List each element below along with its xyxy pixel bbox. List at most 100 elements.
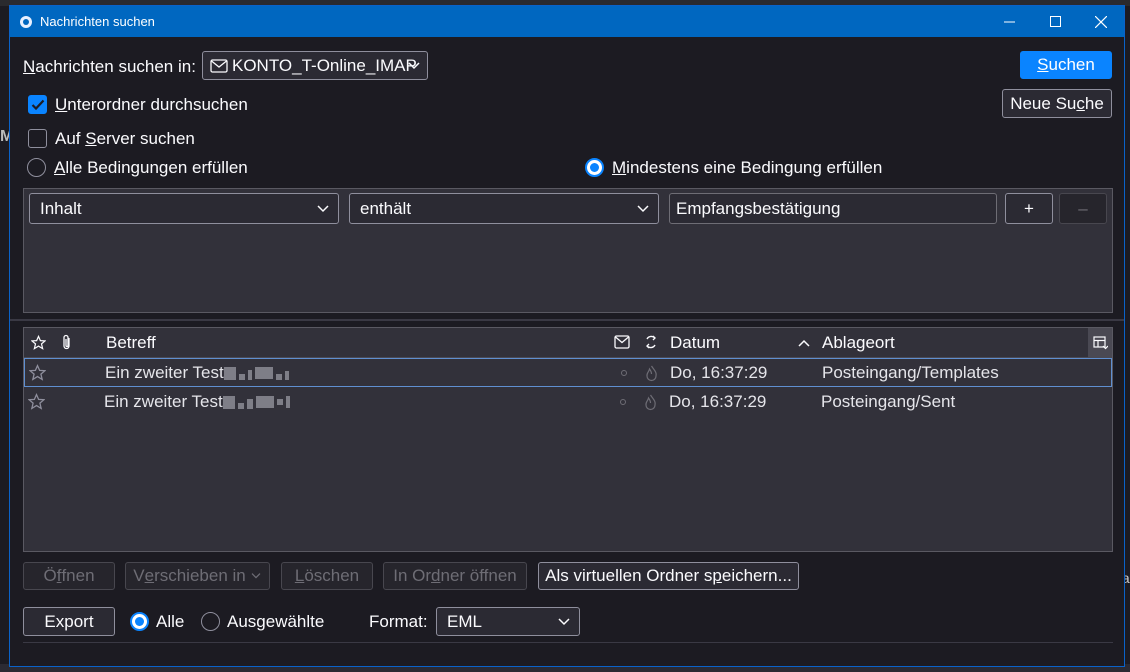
rule-operator-value: enthält bbox=[360, 198, 412, 218]
button-label: he bbox=[1084, 93, 1104, 113]
button-label: V bbox=[133, 566, 145, 585]
accel-key: M bbox=[612, 158, 627, 177]
results-column-header: Betreff Datum Ablageort bbox=[24, 328, 1112, 358]
move-to-button[interactable]: Ve rschieben in bbox=[125, 562, 270, 590]
accel-key: A bbox=[54, 158, 66, 177]
column-date[interactable]: Datum bbox=[670, 333, 720, 353]
remove-rule-button[interactable]: – bbox=[1059, 193, 1107, 224]
thunderbird-app-icon bbox=[20, 15, 32, 28]
panel-splitter[interactable] bbox=[10, 319, 1124, 321]
maximize-button[interactable] bbox=[1032, 6, 1078, 37]
junk-flame-icon[interactable] bbox=[645, 365, 658, 382]
search-rules-panel: Inhalt enthält Empfangsbestätigung + – bbox=[23, 188, 1113, 313]
button-label: uchen bbox=[1048, 55, 1095, 74]
junk-flame-icon[interactable] bbox=[644, 394, 657, 411]
checkmark-icon bbox=[31, 99, 44, 110]
add-rule-button[interactable]: + bbox=[1005, 193, 1053, 224]
row-date: Do, 16:37:29 bbox=[669, 392, 767, 411]
chevron-down-icon bbox=[408, 61, 420, 69]
status-divider bbox=[23, 642, 1113, 643]
accel-key: p bbox=[712, 566, 722, 585]
attachment-column-icon[interactable] bbox=[61, 334, 73, 351]
export-format-select[interactable]: EML bbox=[436, 607, 580, 636]
search-on-server-checkbox[interactable] bbox=[28, 129, 47, 148]
window-controls bbox=[986, 6, 1124, 37]
column-location[interactable]: Ablageort bbox=[822, 333, 895, 353]
unread-dot-icon[interactable] bbox=[621, 370, 627, 376]
chevron-down-icon bbox=[251, 573, 261, 579]
new-search-button[interactable]: Neue Su c he bbox=[1002, 89, 1112, 118]
label-text: nterordner durchsuchen bbox=[67, 95, 248, 114]
export-button[interactable]: Export bbox=[23, 607, 115, 636]
minimize-icon bbox=[1003, 21, 1015, 23]
row-subject: Ein zweiter Test bbox=[104, 392, 223, 411]
export-selected-label[interactable]: Ausgewählte bbox=[227, 612, 324, 632]
match-all-radio[interactable] bbox=[27, 158, 46, 177]
rule-operator-select[interactable]: enthält bbox=[349, 193, 659, 224]
results-list: Betreff Datum Ablageort Ein zweiter Test… bbox=[23, 327, 1113, 552]
rule-field-select[interactable]: Inhalt bbox=[29, 193, 339, 224]
row-location: Posteingang/Sent bbox=[821, 392, 956, 411]
table-row[interactable]: Ein zweiter Test Do, 16:37:29 Posteingan… bbox=[24, 358, 1112, 387]
sort-ascending-icon bbox=[798, 339, 810, 347]
open-in-folder-button[interactable]: In Or d ner öffnen bbox=[383, 562, 527, 590]
rule-value-text: Empfangsbestätigung bbox=[676, 198, 841, 218]
export-all-label[interactable]: Alle bbox=[156, 612, 184, 632]
chevron-down-icon bbox=[558, 617, 570, 625]
match-all-label[interactable]: Alle Bedingungen erfüllen bbox=[54, 158, 248, 178]
account-select[interactable]: KONTO_T-Online_IMAP bbox=[202, 51, 428, 80]
rule-value-input[interactable]: Empfangsbestätigung bbox=[669, 193, 997, 224]
minimize-button[interactable] bbox=[986, 6, 1032, 37]
button-label: Neue Su bbox=[1010, 93, 1077, 113]
column-subject[interactable]: Betreff bbox=[106, 333, 156, 353]
read-status-column-icon[interactable] bbox=[614, 335, 630, 349]
button-label: In Or bbox=[393, 566, 432, 585]
label-text: achrichten suchen in: bbox=[35, 57, 196, 76]
button-label: öschen bbox=[304, 566, 360, 585]
label-text: lle Bedingungen erfüllen bbox=[65, 158, 248, 177]
match-any-radio[interactable] bbox=[585, 158, 604, 177]
accel-key: c bbox=[1076, 93, 1085, 113]
star-icon[interactable] bbox=[28, 393, 45, 410]
button-label: Export bbox=[44, 611, 94, 631]
redacted-text bbox=[223, 396, 290, 410]
accel-key: N bbox=[23, 57, 36, 76]
search-subfolders-label[interactable]: Unterordner durchsuchen bbox=[55, 95, 248, 115]
column-picker-button[interactable] bbox=[1088, 328, 1112, 357]
unread-dot-icon[interactable] bbox=[620, 399, 626, 405]
chevron-down-icon bbox=[317, 204, 329, 212]
match-any-label[interactable]: Mindestens eine Bedingung erfüllen bbox=[612, 158, 882, 178]
search-subfolders-checkbox[interactable] bbox=[28, 95, 47, 114]
export-all-radio[interactable] bbox=[130, 612, 149, 631]
accel-key: d bbox=[431, 566, 441, 585]
export-selected-radio[interactable] bbox=[201, 612, 220, 631]
open-button[interactable]: Öf fnen bbox=[23, 562, 115, 590]
title-bar[interactable]: Nachrichten suchen bbox=[10, 6, 1124, 37]
button-label: Als virtuellen Ordner s bbox=[545, 566, 713, 585]
table-row[interactable]: Ein zweiter Test Do, 16:37:29 Posteingan… bbox=[24, 388, 1112, 417]
search-in-label: Nachrichten suchen in: bbox=[23, 57, 196, 77]
row-subject: Ein zweiter Test bbox=[105, 363, 224, 382]
search-on-server-label[interactable]: Auf Server suchen bbox=[55, 129, 195, 149]
button-label: Ö bbox=[43, 566, 57, 585]
account-select-value: KONTO_T-Online_IMAP bbox=[232, 55, 417, 75]
search-button[interactable]: Suchen bbox=[1020, 51, 1112, 79]
star-icon[interactable] bbox=[29, 364, 46, 381]
accel-key: e bbox=[144, 566, 155, 585]
rule-field-value: Inhalt bbox=[40, 198, 82, 218]
column-picker-icon bbox=[1092, 335, 1108, 349]
export-format-value: EML bbox=[447, 611, 482, 631]
row-date: Do, 16:37:29 bbox=[670, 363, 768, 382]
save-as-virtual-folder-button[interactable]: Als virtuellen Ordner s p eichern... bbox=[538, 562, 799, 590]
background-fragment-left: M bbox=[0, 128, 14, 145]
star-column-icon[interactable] bbox=[31, 335, 46, 350]
close-icon bbox=[1095, 15, 1107, 28]
junk-status-column-icon[interactable] bbox=[644, 334, 658, 350]
redacted-text bbox=[224, 367, 289, 381]
label-text: indestens eine Bedingung erfüllen bbox=[626, 158, 883, 177]
close-button[interactable] bbox=[1078, 6, 1124, 37]
plus-icon: + bbox=[1024, 198, 1034, 218]
button-label: ner öffnen bbox=[440, 566, 517, 585]
dialog-title: Nachrichten suchen bbox=[40, 14, 155, 29]
delete-button[interactable]: Löschen bbox=[281, 562, 373, 590]
